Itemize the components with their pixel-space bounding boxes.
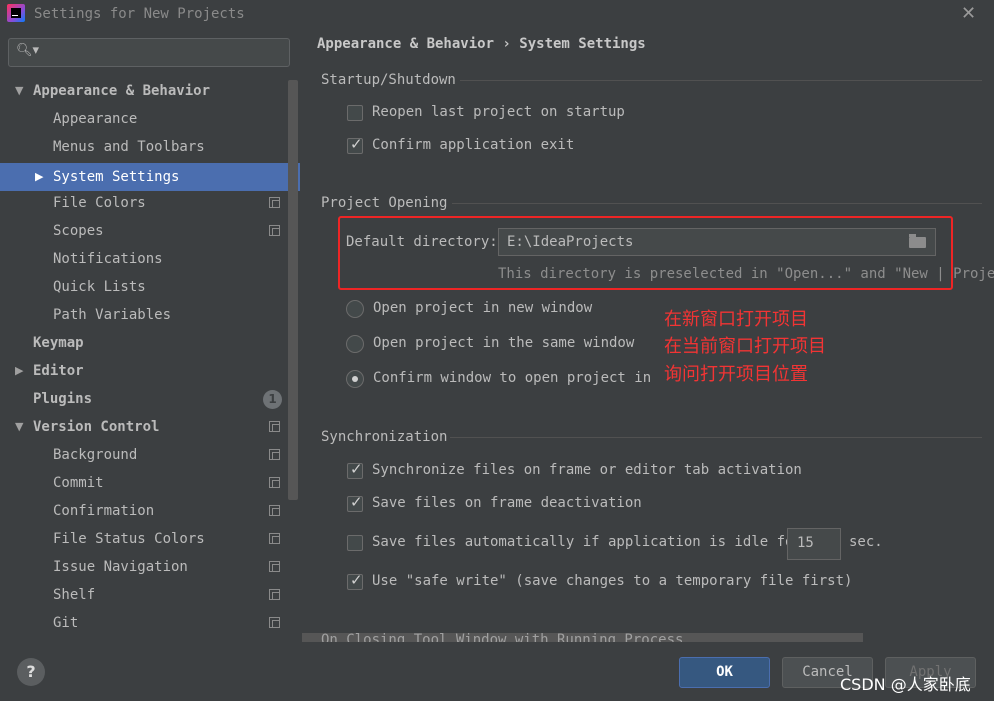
section-divider	[450, 437, 982, 438]
sidebar-item-notifications[interactable]: Notifications	[0, 245, 288, 273]
project-level-icon	[269, 477, 280, 488]
project-level-icon	[269, 533, 280, 544]
open-same-window-label[interactable]: Open project in the same window	[373, 335, 634, 351]
confirm-exit-label[interactable]: Confirm application exit	[372, 137, 574, 153]
sync-files-checkbox[interactable]: ✓	[347, 460, 363, 479]
radio-selected-dot	[352, 376, 358, 382]
sidebar-item-scopes[interactable]: Scopes	[0, 217, 288, 245]
highlight-box	[338, 216, 953, 290]
section-divider	[452, 203, 982, 204]
breadcrumb: Appearance & Behavior › System Settings	[317, 36, 646, 52]
expand-down-icon[interactable]: ▼	[15, 413, 23, 441]
idle-seconds-input[interactable]: 15	[787, 528, 841, 560]
open-same-window-radio[interactable]	[346, 335, 364, 353]
expand-right-icon[interactable]: ▶	[15, 357, 23, 385]
sidebar-item-plugins[interactable]: Plugins 1	[0, 385, 288, 413]
project-level-icon	[269, 589, 280, 600]
section-title-on-closing: On Closing Tool Window with Running Proc…	[321, 632, 684, 642]
sidebar-item-appearance[interactable]: Appearance	[0, 105, 288, 133]
sidebar-item-background[interactable]: Background	[0, 441, 288, 469]
window-title: Settings for New Projects	[34, 6, 245, 22]
confirm-window-label[interactable]: Confirm window to open project in	[373, 370, 651, 386]
sidebar-item-quick-lists[interactable]: Quick Lists	[0, 273, 288, 301]
idle-seconds-value: 15	[797, 535, 814, 551]
sidebar-scrollbar[interactable]	[288, 80, 298, 500]
annotation-new-window: 在新窗口打开项目	[664, 309, 808, 330]
checkmark-icon: ✓	[350, 571, 363, 589]
sidebar-item-git[interactable]: Git	[0, 609, 288, 637]
expand-down-icon[interactable]: ▼	[15, 77, 23, 105]
project-level-icon	[269, 617, 280, 628]
sidebar-item-issue-navigation[interactable]: Issue Navigation	[0, 553, 288, 581]
intellij-logo-icon	[7, 4, 25, 22]
save-on-deactivation-checkbox[interactable]: ✓	[347, 493, 363, 512]
sidebar-item-commit[interactable]: Commit	[0, 469, 288, 497]
sidebar-item-path-variables[interactable]: Path Variables	[0, 301, 288, 329]
save-when-idle-checkbox[interactable]	[347, 535, 363, 551]
sidebar-item-file-status-colors[interactable]: File Status Colors	[0, 525, 288, 553]
open-new-window-radio[interactable]	[346, 300, 364, 318]
idle-unit-label: sec.	[849, 534, 883, 550]
sidebar-item-keymap[interactable]: Keymap	[0, 329, 288, 357]
section-divider	[460, 80, 982, 81]
save-on-deactivation-label[interactable]: Save files on frame deactivation	[372, 495, 642, 511]
section-title-synchronization: Synchronization	[321, 429, 448, 445]
confirm-exit-checkbox[interactable]: ✓	[347, 135, 363, 154]
confirm-window-radio[interactable]	[346, 370, 364, 388]
sidebar-item-file-colors[interactable]: File Colors	[0, 189, 288, 217]
safe-write-checkbox[interactable]: ✓	[347, 571, 363, 590]
sidebar-item-shelf[interactable]: Shelf	[0, 581, 288, 609]
annotation-ask-location: 询问打开项目位置	[664, 364, 808, 385]
settings-content: Appearance & Behavior › System Settings …	[300, 30, 994, 642]
sidebar-item-version-control[interactable]: ▼ Version Control	[0, 413, 288, 441]
ok-button[interactable]: OK	[679, 657, 770, 688]
close-icon[interactable]: ✕	[961, 3, 976, 24]
project-level-icon	[269, 561, 280, 572]
sidebar-item-menus-toolbars[interactable]: Menus and Toolbars	[0, 133, 288, 161]
checkmark-icon: ✓	[350, 493, 363, 511]
search-input[interactable]: 🔍︎▾	[8, 38, 290, 67]
project-level-icon	[269, 197, 280, 208]
project-level-icon	[269, 225, 280, 236]
updates-badge: 1	[263, 390, 282, 409]
sidebar-item-appearance-behavior[interactable]: ▼ Appearance & Behavior	[0, 77, 288, 105]
annotation-same-window: 在当前窗口打开项目	[664, 336, 826, 357]
help-button[interactable]: ?	[17, 658, 45, 686]
safe-write-label[interactable]: Use "safe write" (save changes to a temp…	[372, 573, 852, 589]
section-title-startup: Startup/Shutdown	[321, 72, 456, 88]
csdn-watermark: CSDN @人家卧底	[840, 675, 971, 694]
save-when-idle-label[interactable]: Save files automatically if application …	[372, 534, 802, 550]
open-new-window-label[interactable]: Open project in new window	[373, 300, 592, 316]
settings-sidebar: 🔍︎▾ ▼ Appearance & Behavior Appearance M…	[0, 30, 300, 642]
project-level-icon	[269, 505, 280, 516]
sidebar-item-confirmation[interactable]: Confirmation	[0, 497, 288, 525]
checkmark-icon: ✓	[350, 135, 363, 153]
sidebar-item-system-settings[interactable]: ▶ System Settings	[0, 163, 300, 191]
title-bar: Settings for New Projects ✕	[0, 0, 994, 30]
sidebar-item-editor[interactable]: ▶ Editor	[0, 357, 288, 385]
sync-files-label[interactable]: Synchronize files on frame or editor tab…	[372, 462, 802, 478]
reopen-last-project-checkbox[interactable]	[347, 105, 363, 121]
project-level-icon	[269, 421, 280, 432]
project-level-icon	[269, 449, 280, 460]
search-icon: 🔍︎▾	[16, 43, 40, 58]
checkmark-icon: ✓	[350, 460, 363, 478]
expand-right-icon[interactable]: ▶	[35, 163, 43, 191]
reopen-last-project-label[interactable]: Reopen last project on startup	[372, 104, 625, 120]
section-title-project-opening: Project Opening	[321, 195, 448, 211]
